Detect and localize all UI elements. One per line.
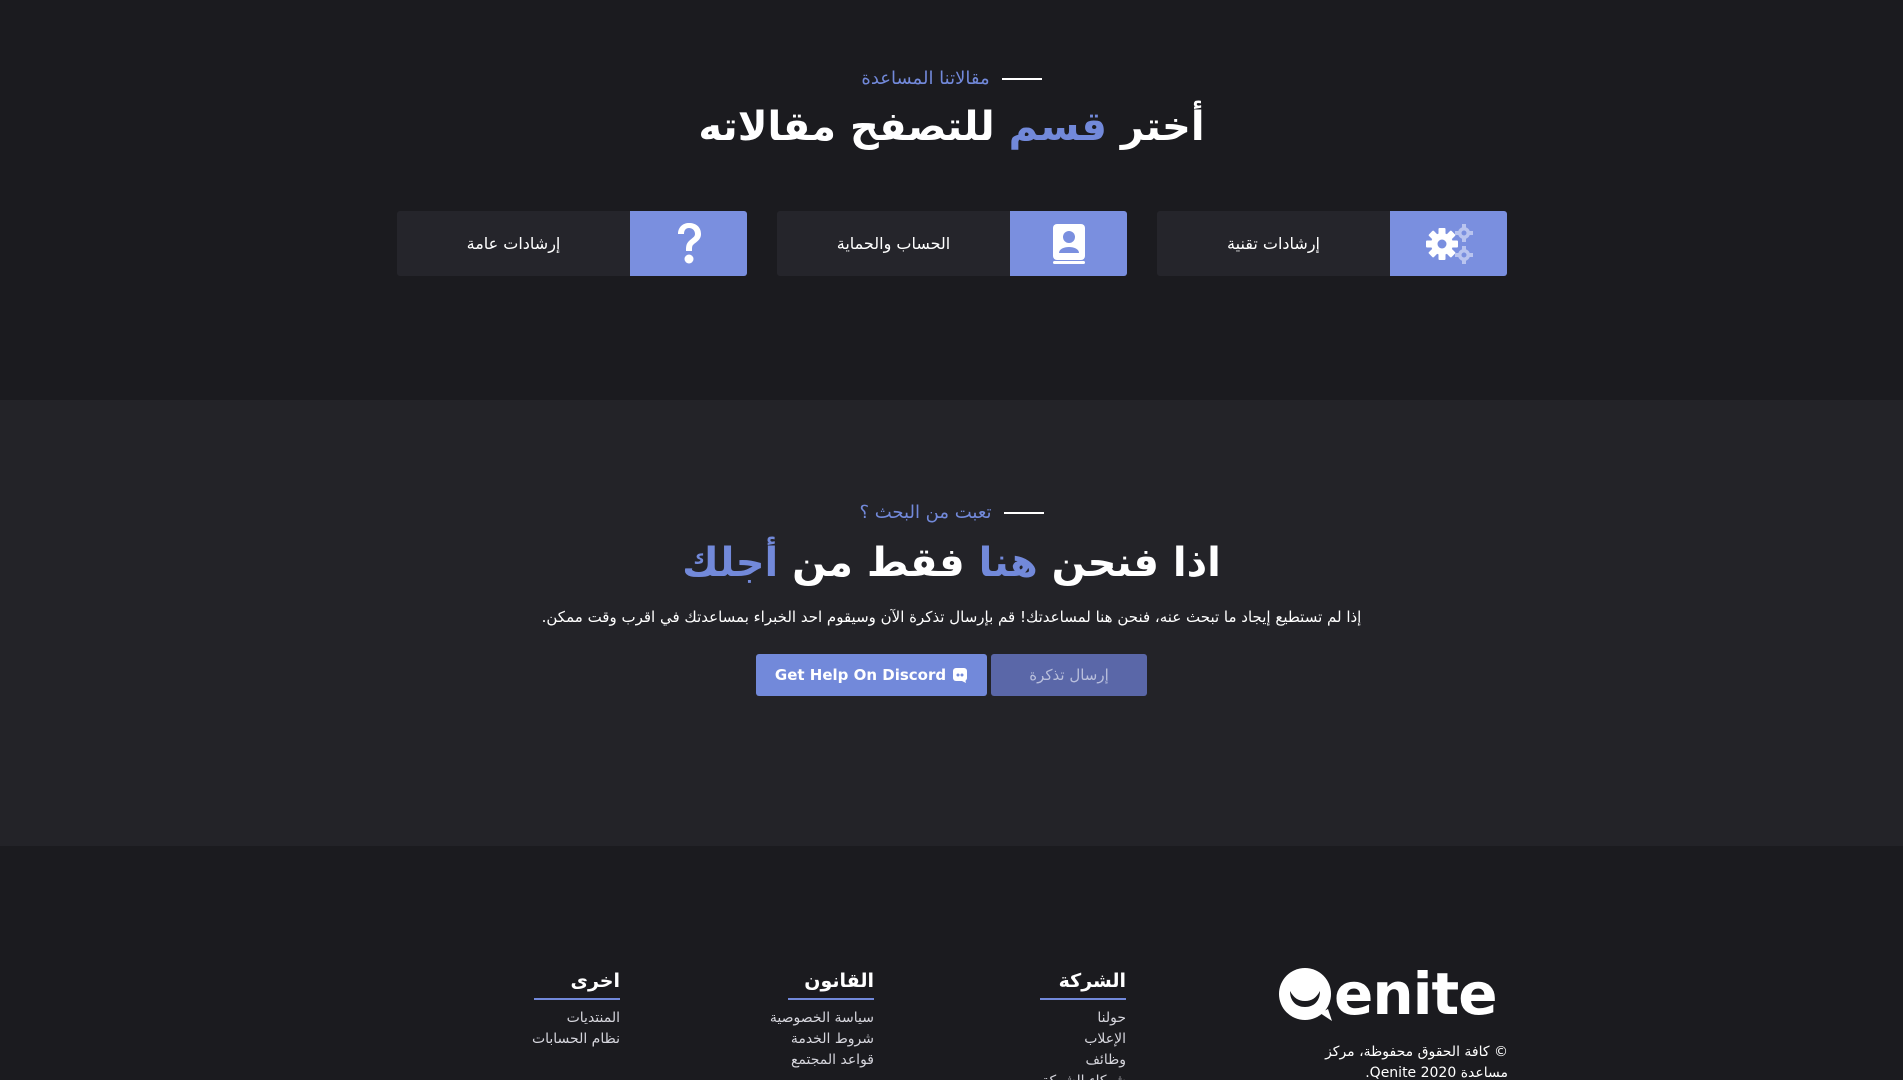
category-card-account[interactable]: الحساب والحماية	[777, 211, 1127, 276]
footer-column-legal: القانون سياسة الخصوصية شروط الخدمة قواعد…	[766, 970, 874, 1071]
categories-section: مقالاتنا المساعدة أختر قسم للتصفح مقالات…	[0, 0, 1903, 400]
discord-help-button[interactable]: Get Help On Discord	[756, 654, 987, 696]
footer-link[interactable]: حولنا	[1040, 1008, 1126, 1029]
footer-column-company: الشركة حولنا الإعلاب وظائف شركاء الشركة	[1040, 970, 1126, 1080]
help-title-part1: اذا فنحن	[1037, 540, 1221, 586]
help-eyebrow-text: تعبت من البحث ؟	[859, 502, 992, 523]
footer-link[interactable]: نظام الحسابات	[520, 1029, 620, 1050]
eyebrow-line	[1003, 511, 1044, 514]
ticket-button-label: إرسال تذكرة	[1029, 666, 1109, 684]
footer-column-title: الشركة	[1040, 970, 1126, 1000]
footer-brand: enite © كافة الحقوق محفوظة، مركز مساعدة …	[1276, 964, 1508, 1080]
discord-button-label: Get Help On Discord	[774, 666, 947, 684]
help-title-part2: فقط من	[778, 540, 979, 586]
discord-icon	[953, 668, 968, 683]
categories-eyebrow: مقالاتنا المساعدة	[0, 68, 1903, 89]
help-title-accent1: هنا	[978, 540, 1038, 586]
footer-column-other: اخرى المنتديات نظام الحسابات	[520, 970, 620, 1050]
eyebrow-line	[1001, 77, 1042, 80]
footer-column-title: القانون	[788, 970, 874, 1000]
footer-link[interactable]: شروط الخدمة	[766, 1029, 874, 1050]
copyright-line-1: © كافة الحقوق محفوظة، مركز	[1325, 1044, 1508, 1060]
copyright-line-2: مساعدة Qenite 2020.	[1365, 1065, 1508, 1080]
categories-eyebrow-text: مقالاتنا المساعدة	[861, 68, 990, 89]
help-buttons: Get Help On Discord إرسال تذكرة	[0, 654, 1903, 696]
footer-link[interactable]: الإعلاب	[1040, 1029, 1126, 1050]
category-card-technical[interactable]: إرشادات تقنية	[1157, 211, 1507, 276]
categories-title-part1: أختر	[1106, 104, 1205, 150]
help-eyebrow: تعبت من البحث ؟	[0, 502, 1903, 523]
footer-link[interactable]: المنتديات	[520, 1008, 620, 1029]
category-card-label: الحساب والحماية	[836, 234, 951, 253]
categories-title-part2: للتصفح مقالاته	[698, 104, 1009, 150]
help-description: إذا لم تستطيع إيجاد ما تبحث عنه، فنحن هن…	[541, 608, 1362, 626]
footer-link[interactable]: سياسة الخصوصية	[766, 1008, 874, 1029]
question-mark-icon	[630, 211, 747, 276]
help-title: اذا فنحن هنا فقط من أجلك	[0, 540, 1903, 586]
help-section: تعبت من البحث ؟ اذا فنحن هنا فقط من أجلك…	[0, 400, 1903, 846]
category-card-label: إرشادات تقنية	[1227, 234, 1320, 253]
category-cards: إرشادات تقنية الحساب والحماية إرشادات عا…	[397, 211, 1507, 276]
categories-title: أختر قسم للتصفح مقالاته	[0, 104, 1903, 150]
help-title-accent2: أجلك	[682, 540, 779, 586]
footer-link[interactable]: وظائف	[1040, 1050, 1126, 1071]
send-ticket-button[interactable]: إرسال تذكرة	[991, 654, 1147, 696]
category-card-general[interactable]: إرشادات عامة	[397, 211, 747, 276]
footer-link[interactable]: شركاء الشركة	[1040, 1071, 1126, 1080]
copyright-text: © كافة الحقوق محفوظة، مركز مساعدة Qenite…	[1276, 1042, 1508, 1080]
footer-link[interactable]: قواعد المجتمع	[766, 1050, 874, 1071]
contact-book-icon	[1010, 211, 1127, 276]
gears-icon	[1390, 211, 1507, 276]
categories-title-accent: قسم	[1008, 104, 1107, 150]
logo-text: enite	[1334, 960, 1498, 1028]
footer-column-title: اخرى	[534, 970, 620, 1000]
footer: enite © كافة الحقوق محفوظة، مركز مساعدة …	[0, 846, 1903, 1080]
qenite-logo-mark-icon	[1279, 968, 1332, 1021]
category-card-label: إرشادات عامة	[466, 234, 561, 253]
qenite-logo[interactable]: enite	[1276, 964, 1508, 1024]
